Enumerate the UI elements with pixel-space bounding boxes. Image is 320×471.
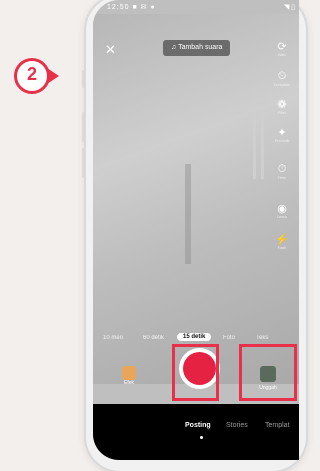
mode-15-sec[interactable]: 15 detik xyxy=(177,333,212,341)
background-edge xyxy=(261,109,264,179)
status-bar: 12:50 ■ ✉ ● ◥ ▯ xyxy=(93,0,299,14)
filter-icon: ❁ xyxy=(277,99,287,111)
lens-button[interactable]: ◉ Lensa xyxy=(272,202,292,219)
status-right: ◥ ▯ xyxy=(283,4,295,11)
timer-button[interactable]: ⏱ Timer xyxy=(272,163,292,180)
beautify-icon: ✦ xyxy=(277,127,287,139)
filter-button[interactable]: ❁ Filter xyxy=(272,98,292,115)
close-icon[interactable]: ✕ xyxy=(105,42,116,58)
step-number: 2 xyxy=(26,64,37,84)
flash-icon: ⚡ xyxy=(275,234,289,246)
camera-preview xyxy=(93,14,299,384)
tab-templat[interactable]: Templat xyxy=(265,422,290,429)
tab-posting[interactable]: Posting xyxy=(185,422,211,429)
step-badge: 2 xyxy=(14,58,70,94)
volume-up-button xyxy=(82,70,86,88)
power-button xyxy=(82,148,86,178)
lens-icon: ◉ xyxy=(277,203,287,215)
effects-thumbnail xyxy=(122,366,136,380)
mode-text[interactable]: Teks xyxy=(256,335,268,341)
bottom-tab-bar: Posting Stories Templat xyxy=(93,404,299,460)
volume-down-button xyxy=(82,112,86,142)
status-left: 12:50 ■ ✉ ● xyxy=(107,4,156,11)
flip-icon: ⟳ xyxy=(277,41,287,53)
background-edge xyxy=(185,164,191,264)
mode-60-sec[interactable]: 60 detik xyxy=(143,335,164,341)
add-sound-button[interactable]: ♫ Tambah suara xyxy=(163,40,231,56)
beautify-button[interactable]: ✦ Percantik xyxy=(272,126,292,143)
mode-photo[interactable]: Foto xyxy=(223,335,235,341)
record-highlight xyxy=(172,344,219,401)
timer-icon: ⏱ xyxy=(277,163,287,175)
speed-icon: ⏲ xyxy=(277,70,287,82)
tab-stories[interactable]: Stories xyxy=(226,422,248,429)
mode-10-min[interactable]: 10 men xyxy=(103,335,123,341)
effects-label: Efek xyxy=(123,380,134,386)
flip-camera-button[interactable]: ⟳ Balik xyxy=(272,40,292,57)
phone-screen: 12:50 ■ ✉ ● ◥ ▯ ✕ ♫ Tambah suara ⟳ Balik… xyxy=(93,0,299,460)
effects-button[interactable]: Efek xyxy=(119,366,139,386)
flash-button[interactable]: ⚡ Flash xyxy=(272,233,292,250)
active-tab-indicator xyxy=(200,436,203,439)
speed-button[interactable]: ⏲ Kecepatan xyxy=(272,70,292,87)
upload-highlight xyxy=(239,344,297,401)
background-edge xyxy=(253,109,256,179)
